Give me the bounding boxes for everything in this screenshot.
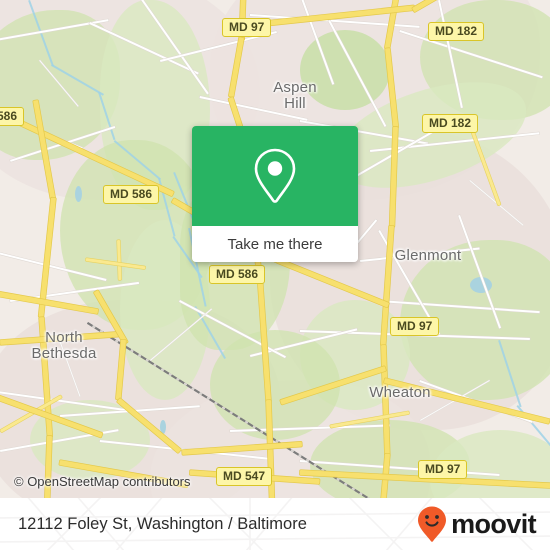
- location-callout-card[interactable]: Take me there: [192, 126, 358, 262]
- shield-md-547-bottom: MD 547: [216, 467, 273, 486]
- moovit-logo[interactable]: moovit: [416, 498, 537, 550]
- shield-md-97-bottom: MD 97: [418, 460, 468, 479]
- address-text: 12112 Foley St, Washington / Baltimore: [18, 514, 307, 533]
- map-screenshot: Aspen Hill North Bethesda Glenmont Wheat…: [0, 0, 550, 550]
- take-me-there-button[interactable]: Take me there: [192, 226, 358, 262]
- shield-586-left-edge: 586: [0, 107, 25, 126]
- shield-md-182-mid: MD 182: [422, 114, 479, 133]
- shield-md-586-upper: MD 586: [103, 185, 160, 204]
- map-canvas[interactable]: Aspen Hill North Bethesda Glenmont Wheat…: [0, 0, 550, 498]
- take-me-there-label: Take me there: [227, 235, 323, 253]
- footer-bar: 12112 Foley St, Washington / Baltimore m…: [0, 498, 550, 550]
- moovit-smiley-pin-icon: [418, 506, 447, 542]
- shield-md-97-top: MD 97: [222, 18, 272, 37]
- shield-md-586-lower: MD 586: [209, 265, 266, 284]
- shield-md-97-mid: MD 97: [390, 317, 440, 336]
- osm-attribution[interactable]: © OpenStreetMap contributors: [14, 474, 191, 489]
- moovit-wordmark: moovit: [451, 508, 537, 539]
- map-pin-icon: [254, 148, 296, 203]
- callout-pin-panel: [192, 126, 358, 226]
- shield-md-182-top: MD 182: [428, 22, 485, 41]
